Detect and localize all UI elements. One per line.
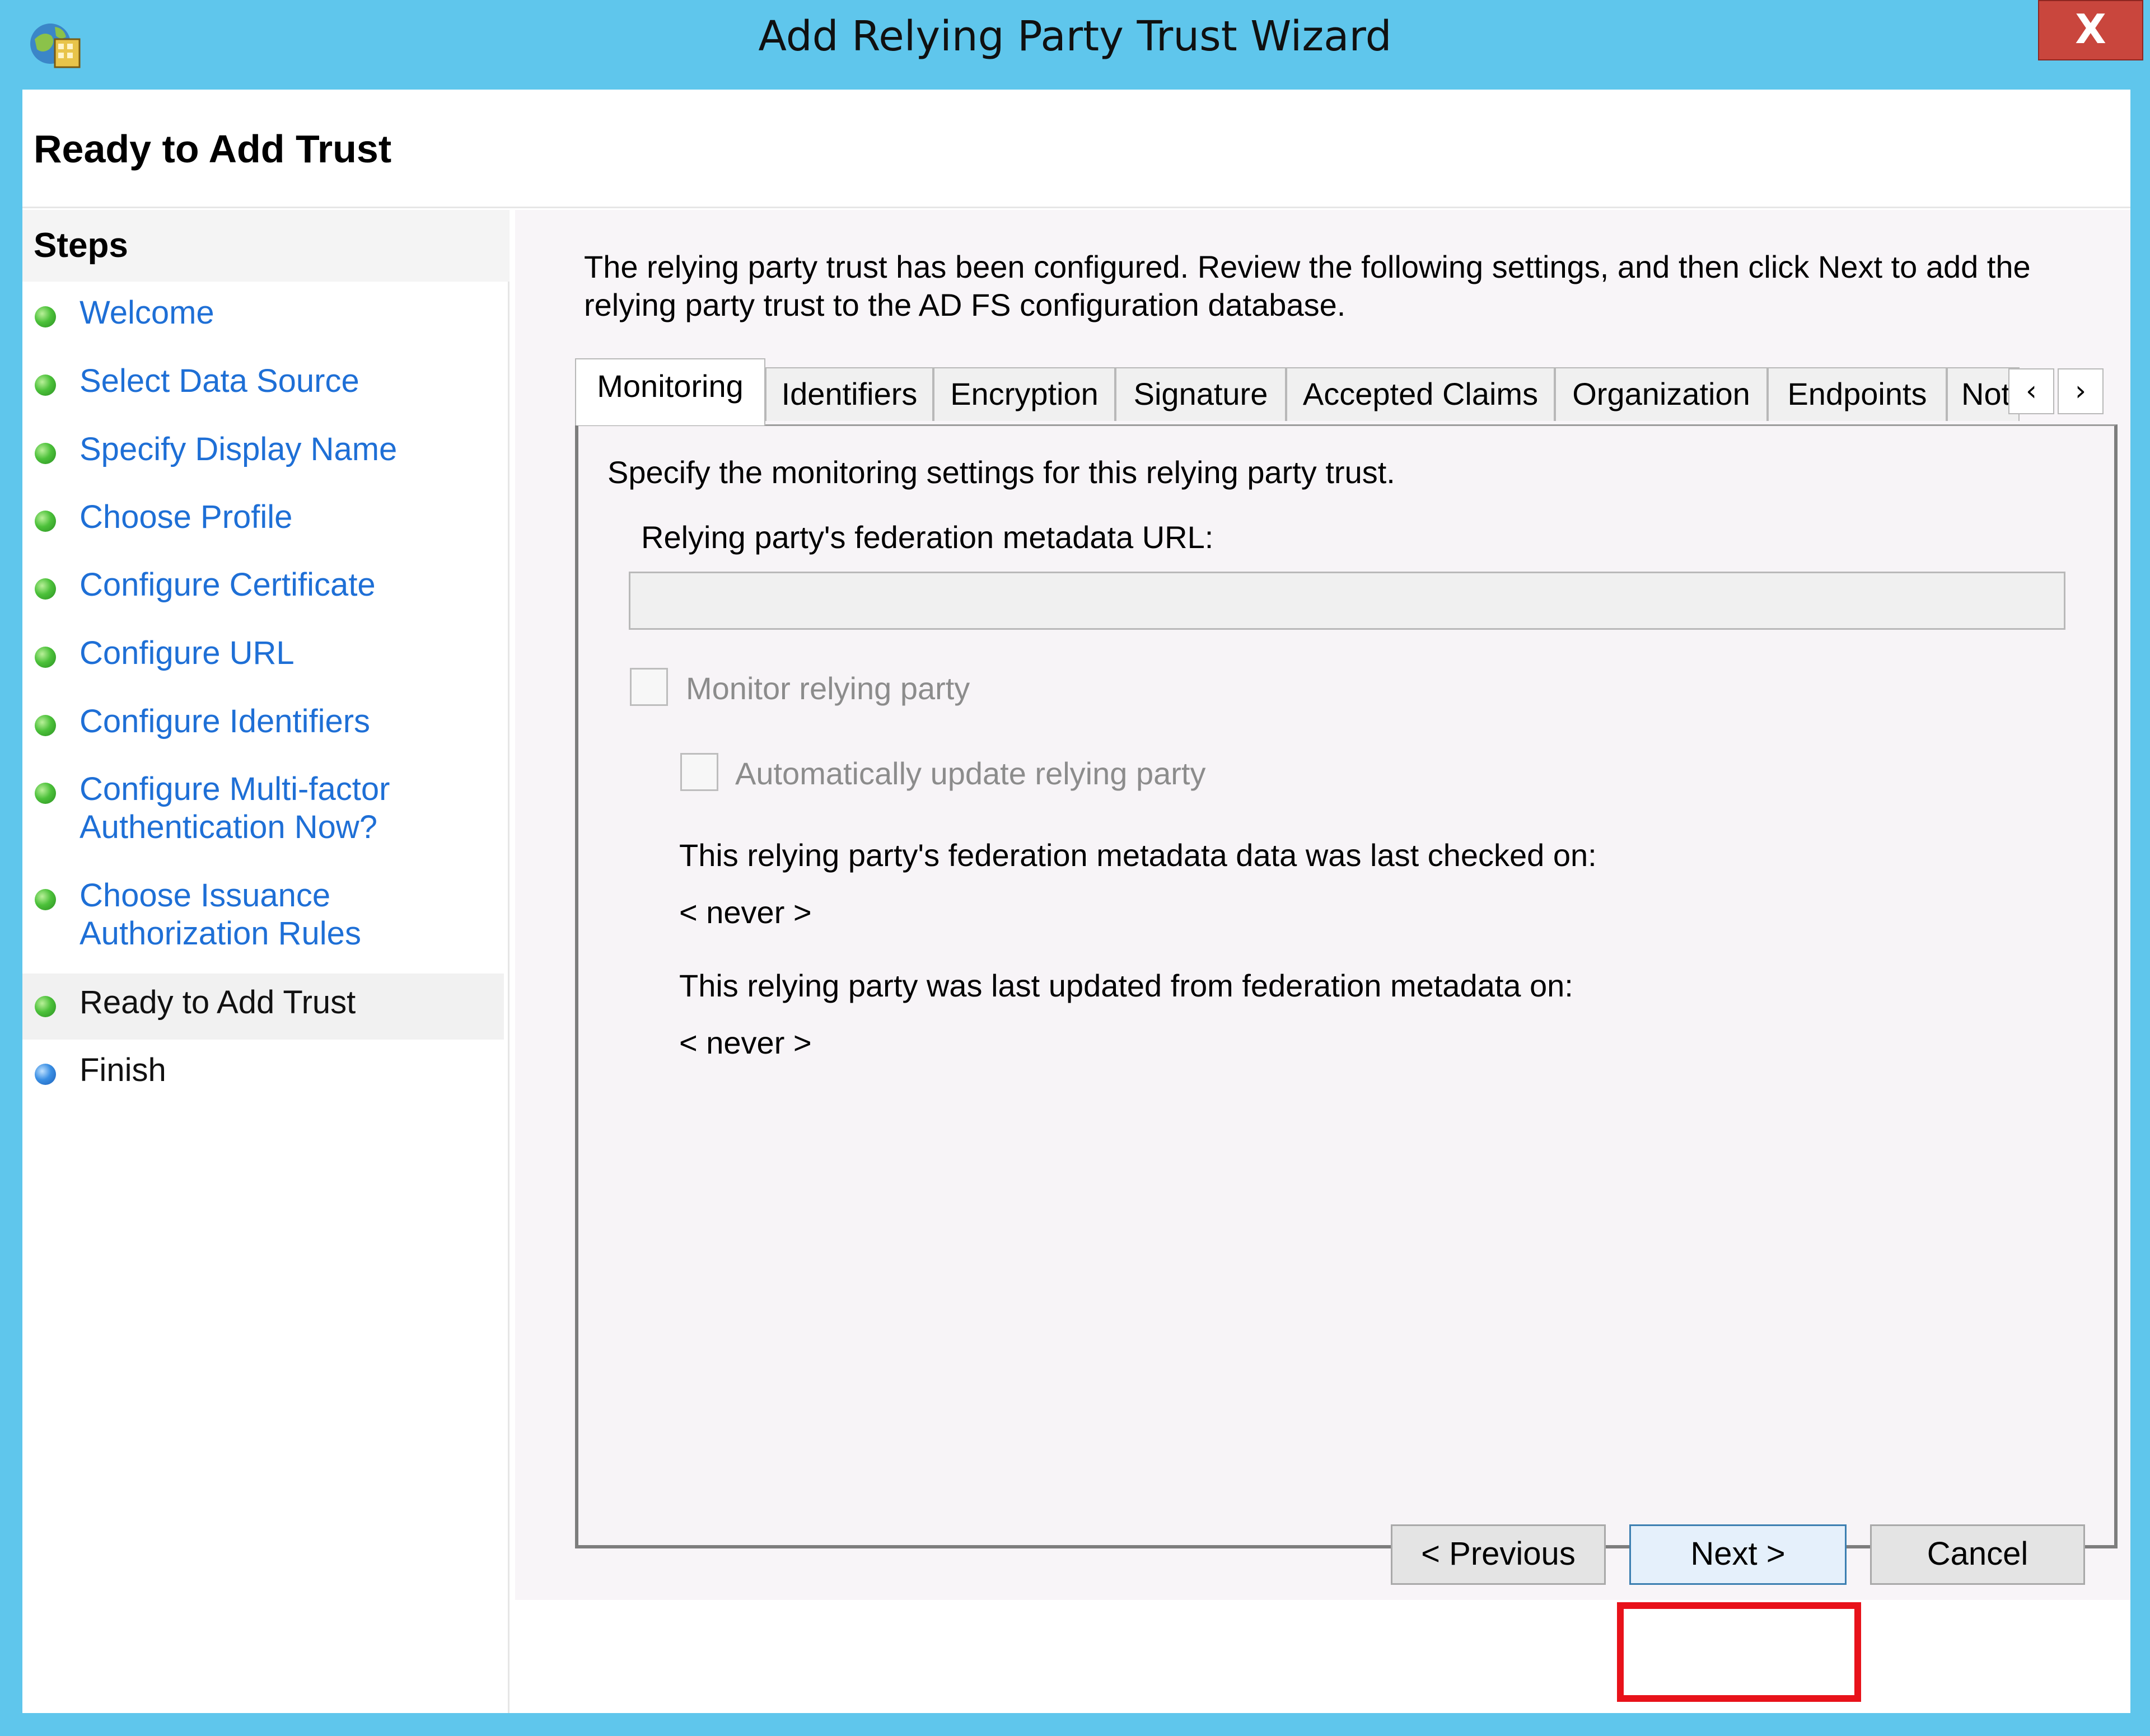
step-choose-profile[interactable]: Choose Profile: [22, 498, 504, 549]
step-configure-multifactor[interactable]: Configure Multi-factor Authentication No…: [22, 770, 504, 854]
step-complete-icon: [35, 647, 56, 668]
tab-organization[interactable]: Organization: [1555, 367, 1768, 421]
step-finish[interactable]: Finish: [22, 1051, 504, 1102]
step-complete-icon: [35, 578, 56, 600]
step-complete-icon: [35, 996, 56, 1017]
steps-sidebar: Steps Welcome Select Data Source Specify…: [22, 210, 510, 1713]
page-title: Ready to Add Trust: [34, 127, 392, 171]
step-complete-icon: [35, 511, 56, 532]
step-configure-certificate[interactable]: Configure Certificate: [22, 566, 504, 616]
step-complete-icon: [35, 715, 56, 736]
tab-encryption[interactable]: Encryption: [933, 367, 1115, 421]
last-checked-label: This relying party's federation metadata…: [679, 837, 1597, 873]
tab-scroll-left-button[interactable]: ‹: [2008, 368, 2054, 414]
monitoring-panel: Specify the monitoring settings for this…: [575, 424, 2118, 1548]
step-pending-icon: [35, 1064, 56, 1085]
wizard-window: Ready to Add Trust Steps Welcome Select …: [22, 90, 2130, 1713]
step-ready-to-add-trust[interactable]: Ready to Add Trust: [22, 974, 504, 1040]
tab-endpoints[interactable]: Endpoints: [1768, 367, 1947, 421]
cancel-button[interactable]: Cancel: [1870, 1524, 2085, 1585]
auto-update-label: Automatically update relying party: [735, 756, 1206, 791]
metadata-url-label: Relying party's federation metadata URL:: [641, 520, 1214, 555]
intro-text: The relying party trust has been configu…: [584, 249, 2031, 322]
tab-signature[interactable]: Signature: [1115, 367, 1286, 421]
step-complete-icon: [35, 783, 56, 804]
step-complete-icon: [35, 443, 56, 464]
step-label: Configure URL: [80, 635, 295, 671]
step-choose-issuance-rules[interactable]: Choose Issuance Authorization Rules: [22, 877, 504, 961]
step-label: Finish: [80, 1052, 166, 1088]
step-label: Ready to Add Trust: [80, 984, 356, 1021]
last-updated-label: This relying party was last updated from…: [679, 968, 1573, 1003]
next-button[interactable]: Next >: [1629, 1524, 1847, 1585]
step-label: Specify Display Name: [80, 431, 398, 467]
title-bar: Add Relying Party Trust Wizard X: [0, 0, 2150, 90]
window-title: Add Relying Party Trust Wizard: [758, 12, 1392, 60]
step-label: Choose Issuance Authorization Rules: [80, 877, 361, 952]
step-complete-icon: [35, 375, 56, 396]
previous-button[interactable]: < Previous: [1391, 1524, 1606, 1585]
metadata-url-input[interactable]: [629, 572, 2065, 630]
content-pane: The relying party trust has been configu…: [515, 210, 2130, 1600]
step-label: Configure Identifiers: [80, 703, 371, 740]
tab-scroll-right-button[interactable]: ›: [2058, 368, 2104, 414]
auto-update-checkbox[interactable]: [680, 753, 718, 791]
last-checked-value: < never >: [679, 895, 812, 930]
step-specify-display-name[interactable]: Specify Display Name: [22, 431, 504, 481]
step-select-data-source[interactable]: Select Data Source: [22, 362, 504, 413]
close-button[interactable]: X: [2038, 0, 2143, 60]
steps-header: Steps: [22, 210, 510, 282]
step-configure-identifiers[interactable]: Configure Identifiers: [22, 703, 504, 753]
step-label: Configure Multi-factor Authentication No…: [80, 771, 390, 845]
steps-title: Steps: [34, 226, 128, 265]
step-complete-icon: [35, 306, 56, 327]
monitoring-description: Specify the monitoring settings for this…: [607, 455, 1395, 490]
monitor-relying-party-checkbox[interactable]: [630, 668, 668, 706]
step-label: Select Data Source: [80, 363, 359, 399]
tab-monitoring[interactable]: Monitoring: [575, 358, 765, 425]
tab-accepted-claims[interactable]: Accepted Claims: [1286, 367, 1555, 421]
monitor-relying-party-label: Monitor relying party: [686, 671, 970, 706]
step-label: Configure Certificate: [80, 567, 376, 603]
step-label: Welcome: [80, 294, 214, 331]
step-complete-icon: [35, 889, 56, 910]
step-configure-url[interactable]: Configure URL: [22, 634, 504, 685]
step-welcome[interactable]: Welcome: [22, 294, 504, 344]
step-label: Choose Profile: [80, 499, 293, 535]
tab-identifiers[interactable]: Identifiers: [765, 367, 933, 421]
settings-tabs: Monitoring Identifiers Encryption Signat…: [575, 358, 2118, 425]
page-header: Ready to Add Trust: [22, 90, 2130, 208]
last-updated-value: < never >: [679, 1025, 812, 1060]
